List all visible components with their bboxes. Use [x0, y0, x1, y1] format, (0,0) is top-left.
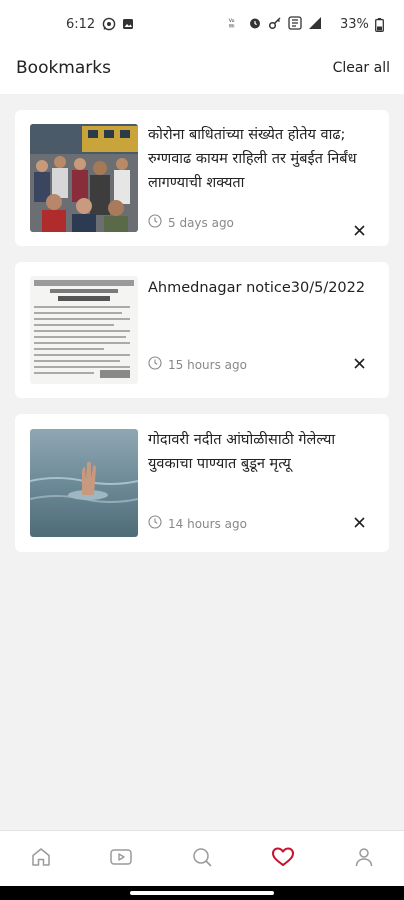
clear-all-button[interactable]: Clear all	[333, 60, 390, 76]
bookmarks-heart-icon	[271, 846, 295, 872]
status-time: 6:12	[66, 17, 96, 32]
nav-video[interactable]	[109, 847, 133, 871]
bookmark-title[interactable]: गोदावरी नदीत आंघोळीसाठी गेलेल्या युवकाचा…	[148, 428, 376, 476]
signal-icon	[308, 16, 322, 30]
clock-icon	[148, 515, 162, 532]
key-icon	[268, 16, 282, 30]
nav-profile[interactable]	[352, 847, 376, 871]
bookmark-title[interactable]: Ahmednagar notice30/5/2022	[148, 276, 376, 300]
close-icon	[353, 221, 365, 240]
status-bar: 6:12 Vo Wi 33%	[0, 0, 404, 48]
home-gesture-pill[interactable]	[130, 891, 274, 895]
bookmark-time: 14 hours ago	[168, 516, 247, 531]
clock-icon	[148, 214, 162, 231]
whatsapp-icon	[102, 17, 116, 31]
home-icon	[30, 846, 52, 872]
hand-in-water-photo	[30, 429, 138, 537]
data-icon	[288, 16, 302, 30]
remove-bookmark-button[interactable]	[351, 222, 367, 238]
remove-bookmark-button[interactable]	[351, 514, 367, 530]
bookmark-meta: 15 hours ago	[148, 356, 247, 373]
app-header: Bookmarks Clear all	[0, 48, 404, 94]
clock-icon	[148, 356, 162, 373]
page-title: Bookmarks	[16, 58, 111, 78]
nav-bookmarks[interactable]	[271, 847, 295, 871]
battery-percent: 33%	[340, 17, 369, 32]
gallery-icon	[121, 17, 135, 31]
bookmark-meta: 5 days ago	[148, 214, 234, 231]
crowded-railway-station-photo	[30, 124, 138, 232]
profile-icon	[353, 846, 375, 872]
bookmark-card[interactable]: Ahmednagar notice30/5/2022 15 hours ago	[15, 262, 389, 398]
printed-notice-document-photo	[30, 276, 138, 384]
bookmark-card[interactable]: गोदावरी नदीत आंघोळीसाठी गेलेल्या युवकाचा…	[15, 414, 389, 552]
svg-text:Wi: Wi	[229, 24, 235, 30]
bookmark-title[interactable]: कोरोना बाधितांच्या संख्येत होतेय वाढ; रु…	[148, 123, 376, 195]
svg-text:Vo: Vo	[229, 18, 235, 24]
search-icon	[191, 846, 213, 872]
close-icon	[353, 354, 365, 373]
battery-icon	[373, 17, 387, 32]
remove-bookmark-button[interactable]	[351, 355, 367, 371]
close-icon	[353, 513, 365, 532]
video-icon	[109, 846, 133, 872]
bookmark-time: 15 hours ago	[168, 357, 247, 372]
nav-home[interactable]	[29, 847, 53, 871]
bookmark-time: 5 days ago	[168, 215, 234, 230]
bottom-navigation	[0, 830, 404, 886]
system-gesture-bar	[0, 886, 404, 900]
bookmark-meta: 14 hours ago	[148, 515, 247, 532]
alarm-icon	[248, 16, 262, 30]
bookmark-card[interactable]: कोरोना बाधितांच्या संख्येत होतेय वाढ; रु…	[15, 110, 389, 246]
vowifi-icon: Vo Wi	[228, 16, 242, 30]
nav-search[interactable]	[190, 847, 214, 871]
